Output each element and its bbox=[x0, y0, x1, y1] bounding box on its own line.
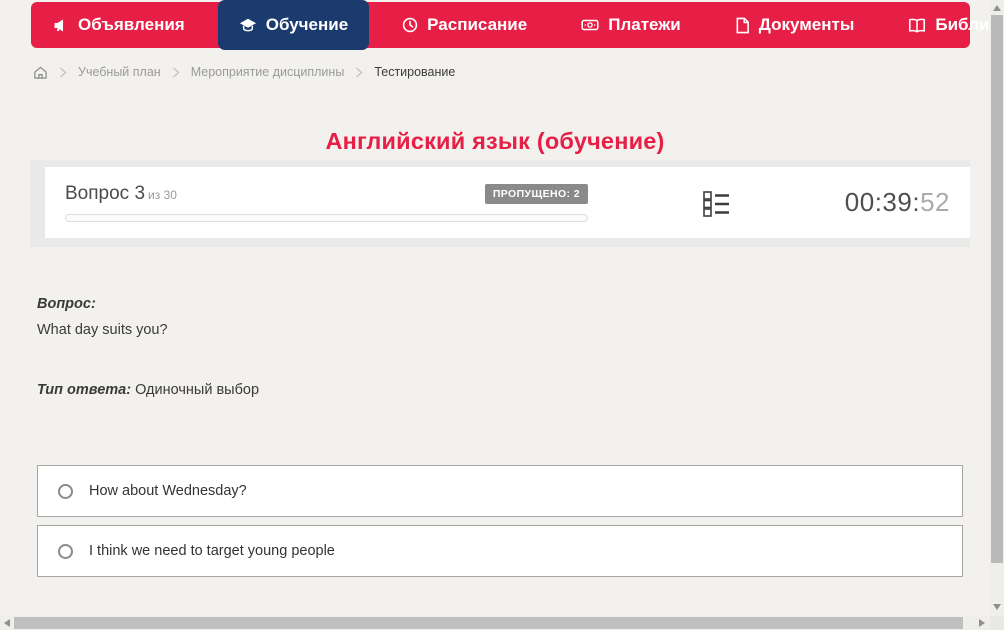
nav-tab-payments[interactable]: Платежи bbox=[560, 2, 702, 48]
skipped-badge: ПРОПУЩЕНО: 2 bbox=[484, 184, 588, 204]
nav-tab-training[interactable]: Обучение bbox=[217, 0, 370, 50]
radio-button[interactable] bbox=[58, 543, 73, 559]
vertical-scrollbar-thumb[interactable] bbox=[991, 15, 1003, 563]
chevron-right-icon bbox=[59, 66, 67, 78]
chevron-right-icon bbox=[172, 66, 180, 78]
home-icon[interactable] bbox=[33, 65, 48, 80]
answer-option[interactable]: I think we need to target young people bbox=[37, 525, 963, 577]
question-header-card: Вопрос 3 из 30 ПРОПУЩЕНО: 2 00:39:52 bbox=[45, 167, 970, 238]
top-navbar: Объявления Обучение Расписание Платежи Д… bbox=[31, 0, 1004, 50]
scroll-down-arrow[interactable] bbox=[990, 599, 1004, 614]
nav-tab-schedule[interactable]: Расписание bbox=[381, 2, 548, 48]
question-number-label: Вопрос 3 bbox=[65, 183, 146, 204]
question-list-icon[interactable] bbox=[702, 189, 730, 217]
question-header-panel: Вопрос 3 из 30 ПРОПУЩЕНО: 2 00:39:52 bbox=[30, 160, 970, 247]
breadcrumb: Учебный план Мероприятие дисциплины Тест… bbox=[33, 63, 455, 81]
document-icon bbox=[735, 17, 750, 34]
question-text: What day suits you? bbox=[37, 322, 168, 338]
timer: 00:39:52 bbox=[845, 187, 950, 218]
nav-tab-label: Платежи bbox=[608, 15, 681, 34]
answer-options: How about Wednesday? I think we need to … bbox=[37, 465, 963, 585]
timer-seconds: 52 bbox=[920, 187, 950, 217]
timer-main: 00:39: bbox=[844, 187, 921, 217]
question-label: Вопрос: bbox=[37, 296, 96, 312]
nav-tab-label: Объявления bbox=[78, 15, 185, 34]
scrollbar-corner bbox=[990, 616, 1004, 630]
answer-option-text: How about Wednesday? bbox=[89, 483, 247, 499]
answer-option[interactable]: How about Wednesday? bbox=[37, 465, 963, 517]
clock-icon bbox=[402, 17, 418, 33]
nav-tab-documents[interactable]: Документы bbox=[714, 2, 876, 48]
scroll-up-arrow[interactable] bbox=[990, 0, 1004, 15]
graduation-cap-icon bbox=[239, 16, 257, 34]
nav-tab-label: Обучение bbox=[265, 15, 349, 34]
breadcrumb-item-discipline-event[interactable]: Мероприятие дисциплины bbox=[191, 65, 345, 79]
question-number: Вопрос 3 из 30 bbox=[65, 183, 177, 205]
chevron-right-icon bbox=[355, 66, 363, 78]
breadcrumb-item-testing: Тестирование bbox=[374, 65, 456, 79]
question-progress-block: Вопрос 3 из 30 ПРОПУЩЕНО: 2 bbox=[65, 183, 588, 222]
page-title: Английский язык (обучение) bbox=[325, 127, 665, 154]
answer-type-label: Тип ответа: bbox=[37, 382, 132, 398]
horizontal-scrollbar-thumb[interactable] bbox=[14, 617, 963, 629]
nav-tab-library[interactable]: Библиотека bbox=[887, 2, 1004, 48]
answer-type-value: Одиночный выбор bbox=[135, 382, 260, 398]
vertical-scrollbar[interactable] bbox=[990, 0, 1004, 616]
question-body: Вопрос: What day suits you? Тип ответа: … bbox=[37, 291, 957, 403]
nav-tab-announcements[interactable]: Объявления bbox=[31, 2, 206, 48]
nav-tab-label: Расписание bbox=[427, 15, 528, 34]
question-count: из 30 bbox=[148, 188, 177, 202]
megaphone-icon bbox=[52, 17, 69, 34]
horizontal-scrollbar[interactable] bbox=[0, 616, 990, 630]
scroll-left-arrow[interactable] bbox=[0, 616, 14, 630]
scroll-right-arrow[interactable] bbox=[974, 616, 990, 630]
book-icon bbox=[908, 17, 926, 34]
answer-option-text: I think we need to target young people bbox=[89, 543, 335, 559]
breadcrumb-item-curriculum[interactable]: Учебный план bbox=[78, 65, 161, 79]
nav-tab-label: Документы bbox=[758, 15, 855, 34]
radio-button[interactable] bbox=[58, 483, 73, 499]
question-progress-bar bbox=[65, 214, 588, 222]
banknote-icon bbox=[581, 17, 599, 33]
